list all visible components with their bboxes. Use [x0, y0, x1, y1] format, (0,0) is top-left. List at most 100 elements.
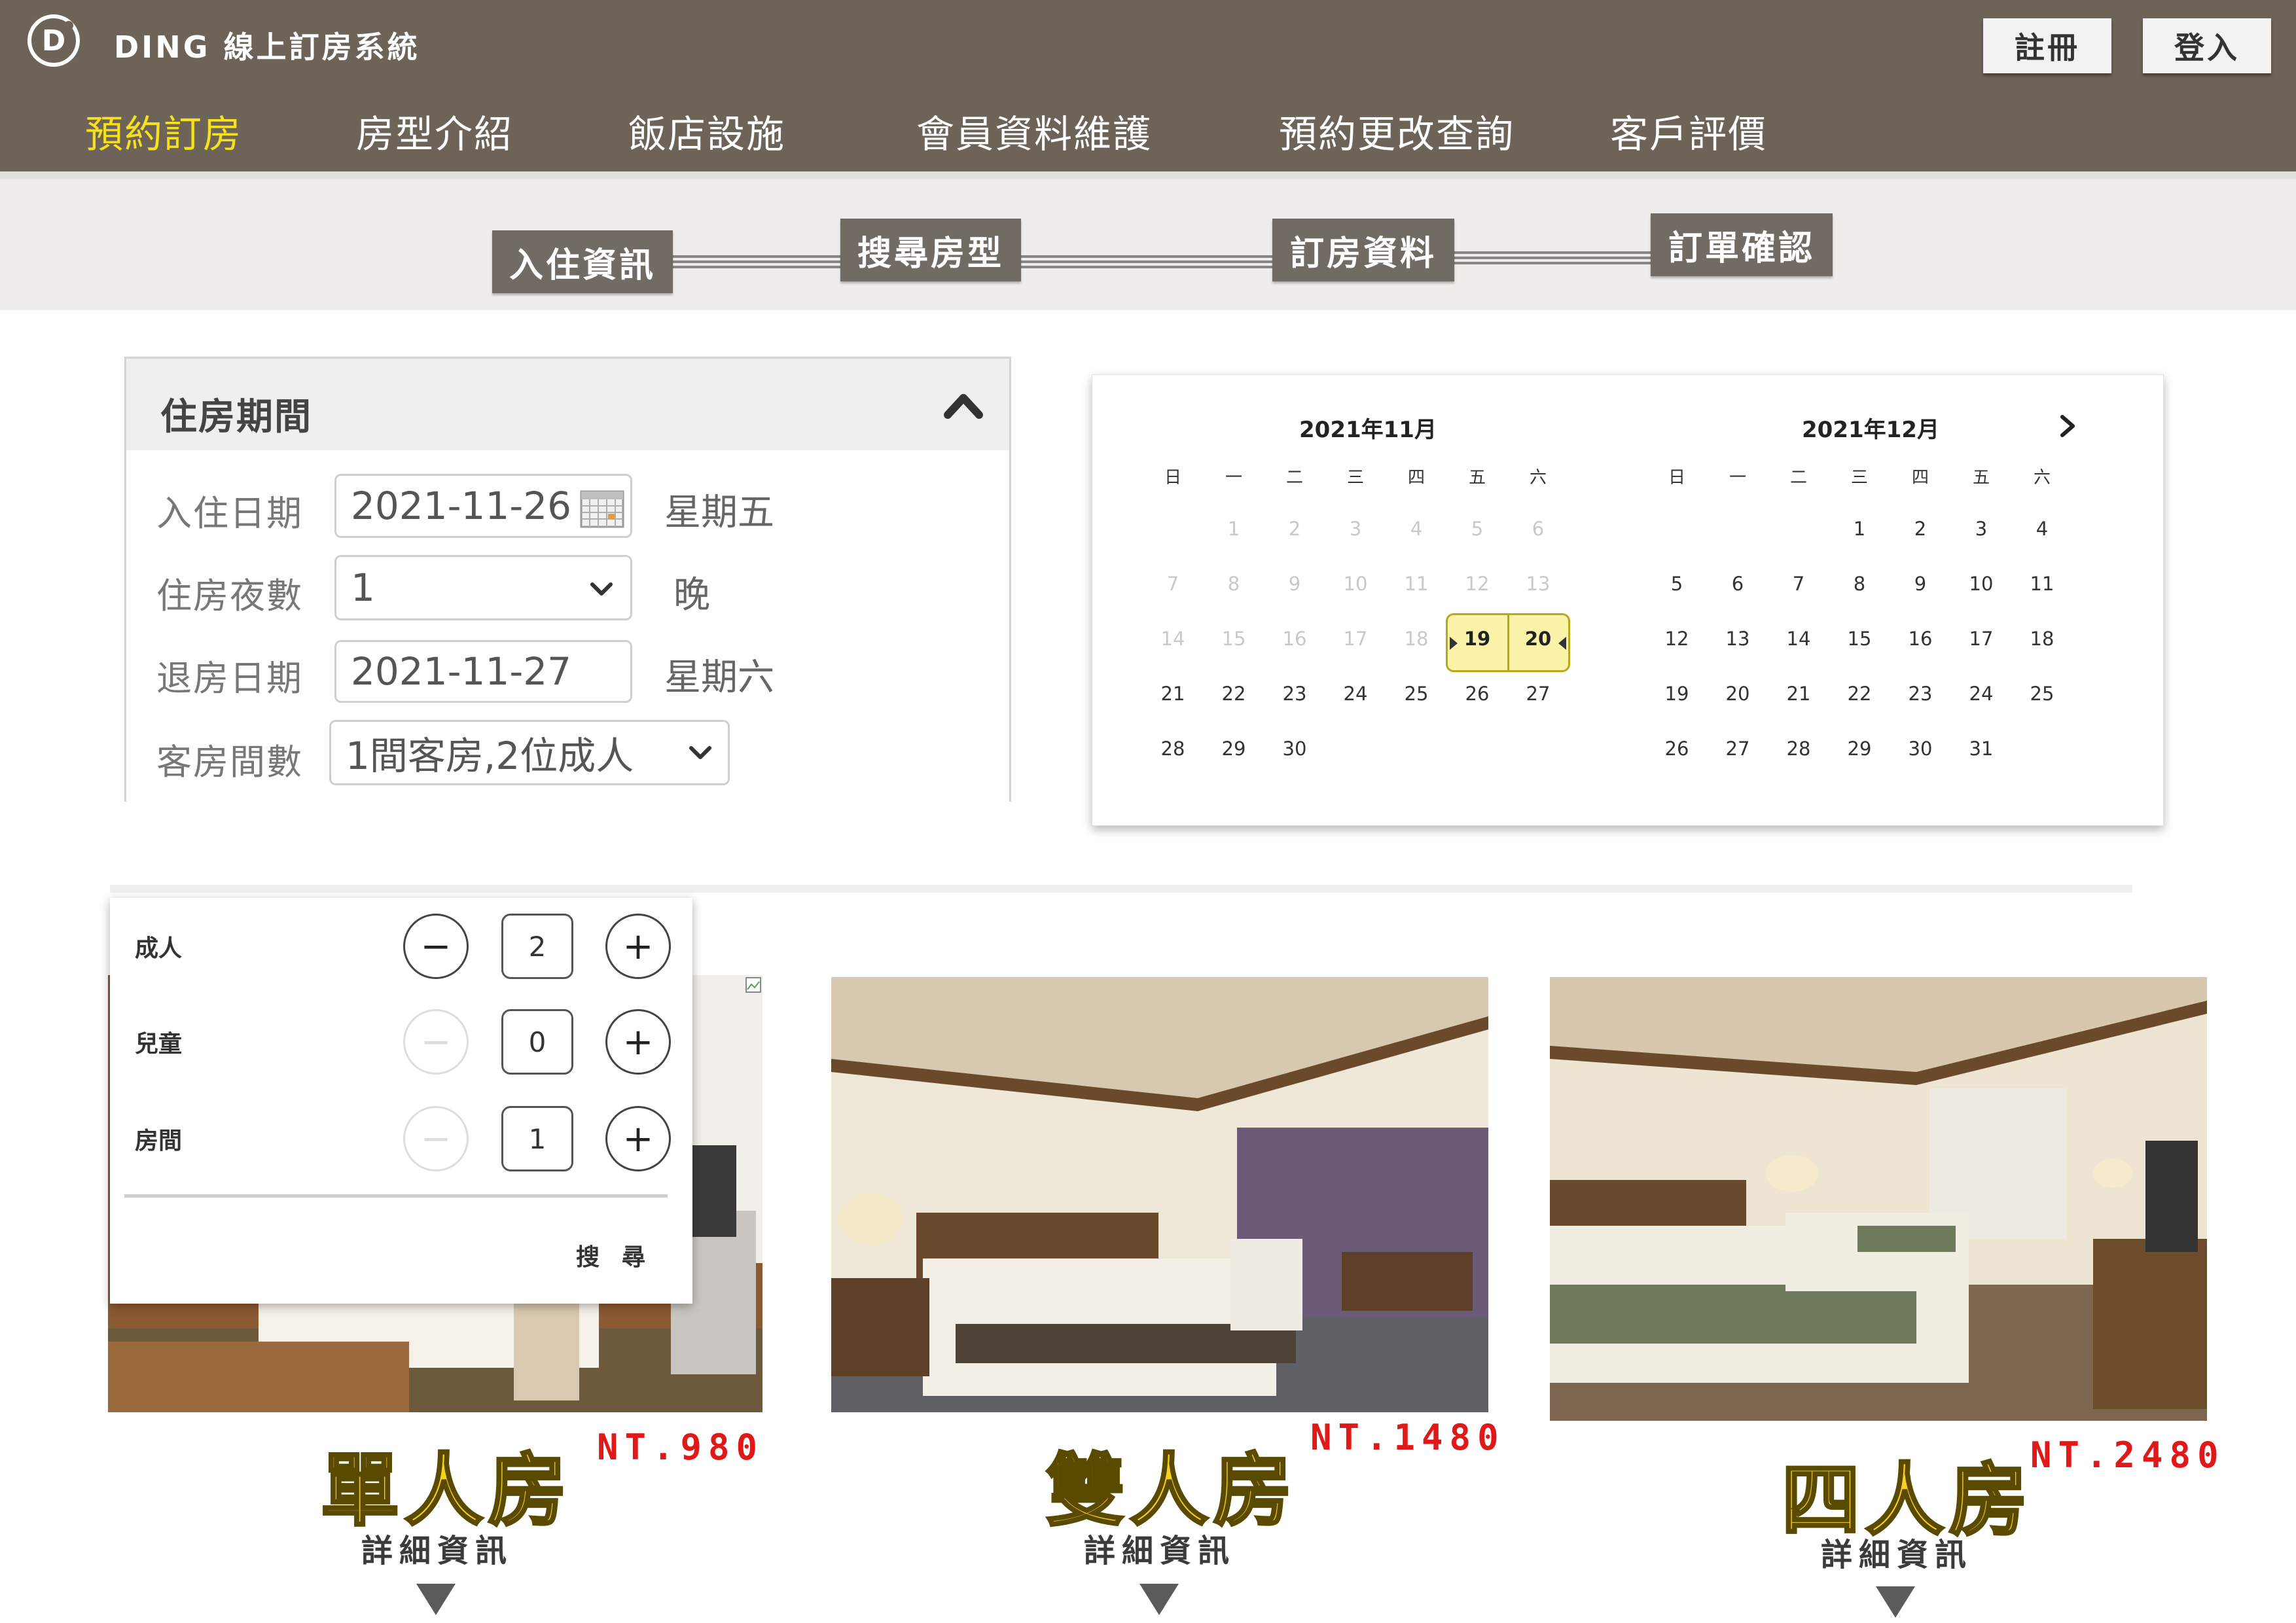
expand-arrow-icon[interactable]: [416, 1584, 456, 1615]
calendar-day: 13: [1526, 573, 1551, 595]
quad-room-price: NT.2480: [2030, 1435, 2225, 1476]
calendar-day[interactable]: 21: [1776, 683, 1821, 705]
calendar-day[interactable]: 26: [1654, 738, 1700, 760]
rooms-label: 客房間數: [156, 741, 303, 783]
calendar-day[interactable]: 22: [1837, 683, 1882, 705]
calendar-day[interactable]: 7: [1776, 573, 1821, 595]
calendar-day: 9: [1288, 573, 1301, 595]
calendar-day[interactable]: 28: [1776, 738, 1821, 760]
calendar-day[interactable]: 1: [1837, 518, 1882, 540]
calendar-day[interactable]: 16: [1897, 628, 1943, 650]
rooms-guests-select[interactable]: 1間客房,2位成人: [329, 720, 730, 785]
calendar-day[interactable]: 21: [1150, 683, 1196, 705]
children-minus-button[interactable]: −: [403, 1009, 469, 1075]
calendar-day[interactable]: 18: [2019, 628, 2065, 650]
nav-reviews[interactable]: 客戶評價: [1610, 103, 1767, 158]
calendar-day[interactable]: 29: [1837, 738, 1882, 760]
calendar-day[interactable]: 2: [1897, 518, 1943, 540]
double-room-price: NT.1480: [1310, 1417, 1505, 1458]
weekday-header: 日: [1164, 468, 1181, 488]
calendar-day: 18: [1404, 628, 1429, 650]
calendar-day[interactable]: 3: [1958, 518, 2004, 540]
chevron-right-icon[interactable]: [2056, 413, 2079, 439]
adults-plus-button[interactable]: +: [605, 914, 671, 979]
calendar-day[interactable]: 29: [1211, 738, 1257, 760]
nights-select[interactable]: 1: [334, 555, 632, 620]
calendar-day[interactable]: 8: [1837, 573, 1882, 595]
calendar-day[interactable]: 14: [1776, 628, 1821, 650]
calendar-day: 2: [1288, 518, 1301, 540]
weekday-header: 六: [2033, 468, 2051, 488]
nav-book-room[interactable]: 預約訂房: [85, 103, 242, 158]
calendar-day[interactable]: 13: [1715, 628, 1761, 650]
nav-booking-query[interactable]: 預約更改查詢: [1279, 103, 1515, 158]
calendar-day[interactable]: 24: [1333, 683, 1378, 705]
plus-icon: +: [622, 925, 654, 968]
calendar-day: 15: [1221, 628, 1246, 650]
calendar-day-selected[interactable]: 19: [1454, 628, 1500, 650]
calendar-day-selected[interactable]: 20: [1515, 628, 1561, 650]
calendar-day[interactable]: 17: [1958, 628, 2004, 650]
calendar-day[interactable]: 10: [1958, 573, 2004, 595]
calendar-day[interactable]: 12: [1654, 628, 1700, 650]
calendar-day[interactable]: 4: [2019, 518, 2065, 540]
brand-title[interactable]: DING 線上訂房系統: [114, 24, 420, 67]
register-button[interactable]: 註冊: [1983, 18, 2111, 73]
double-room-photo[interactable]: [831, 977, 1488, 1412]
double-room-detail-link[interactable]: 詳細資訊: [1084, 1525, 1236, 1571]
calendar-day[interactable]: 23: [1272, 683, 1318, 705]
login-button[interactable]: 登入: [2143, 18, 2271, 73]
rooms-label: 房間: [135, 1128, 183, 1154]
weekday-header: 五: [1972, 468, 1990, 488]
calendar-day[interactable]: 20: [1715, 683, 1761, 705]
quad-room-detail-link[interactable]: 詳細資訊: [1821, 1529, 1973, 1575]
expand-arrow-icon[interactable]: [1876, 1586, 1915, 1618]
calendar-day[interactable]: 22: [1211, 683, 1257, 705]
calendar-day: 4: [1410, 518, 1423, 540]
quad-room-photo[interactable]: [1550, 977, 2207, 1421]
rooms-plus-button[interactable]: +: [605, 1106, 671, 1171]
nav-facilities[interactable]: 飯店設施: [628, 103, 785, 158]
calendar-day: 1: [1227, 518, 1240, 540]
calendar-day[interactable]: 5: [1654, 573, 1700, 595]
calendar-day[interactable]: 23: [1897, 683, 1943, 705]
calendar-day[interactable]: 30: [1897, 738, 1943, 760]
expand-arrow-icon[interactable]: [1139, 1584, 1179, 1615]
checkin-date-value: 2021-11-26: [351, 484, 572, 528]
calendar-day[interactable]: 15: [1837, 628, 1882, 650]
calendar-day[interactable]: 25: [1393, 683, 1439, 705]
chevron-up-icon[interactable]: [944, 385, 983, 424]
stay-period-header[interactable]: 住房期間: [126, 359, 1009, 450]
weekday-header: 五: [1468, 468, 1486, 488]
calendar-day[interactable]: 27: [1715, 738, 1761, 760]
plus-icon: +: [622, 1020, 654, 1063]
calendar-day[interactable]: 6: [1715, 573, 1761, 595]
rooms-guests-value: 1間客房,2位成人: [346, 734, 634, 778]
rooms-minus-button[interactable]: −: [403, 1106, 469, 1171]
single-room-detail-link[interactable]: 詳細資訊: [361, 1525, 513, 1571]
progress-steps: 入住資訊 搜尋房型 訂房資料 訂單確認: [0, 179, 2296, 310]
nav-member-info[interactable]: 會員資料維護: [916, 103, 1152, 158]
calendar-day[interactable]: 27: [1515, 683, 1561, 705]
calendar-day[interactable]: 30: [1272, 738, 1318, 760]
weekday-header: 二: [1285, 468, 1303, 488]
children-count: 0: [501, 1009, 573, 1075]
logo-icon[interactable]: D: [27, 14, 80, 67]
nav-room-types[interactable]: 房型介紹: [356, 103, 513, 158]
calendar-day[interactable]: 11: [2019, 573, 2065, 595]
calendar-day[interactable]: 9: [1897, 573, 1943, 595]
calendar-day[interactable]: 19: [1654, 683, 1700, 705]
calendar-day[interactable]: 25: [2019, 683, 2065, 705]
checkout-date-field[interactable]: 2021-11-27: [334, 640, 632, 703]
checkin-date-field[interactable]: 2021-11-26: [334, 474, 632, 538]
calendar-day[interactable]: 26: [1454, 683, 1500, 705]
calendar-day[interactable]: 24: [1958, 683, 2004, 705]
calendar-day[interactable]: 31: [1958, 738, 2004, 760]
section-divider: [110, 885, 2132, 893]
search-button[interactable]: 搜尋: [576, 1238, 668, 1272]
children-plus-button[interactable]: +: [605, 1009, 671, 1075]
adults-minus-button[interactable]: −: [403, 914, 469, 979]
calendar-day[interactable]: 28: [1150, 738, 1196, 760]
rooms-count: 1: [501, 1106, 573, 1171]
calendar-icon[interactable]: [579, 488, 625, 528]
